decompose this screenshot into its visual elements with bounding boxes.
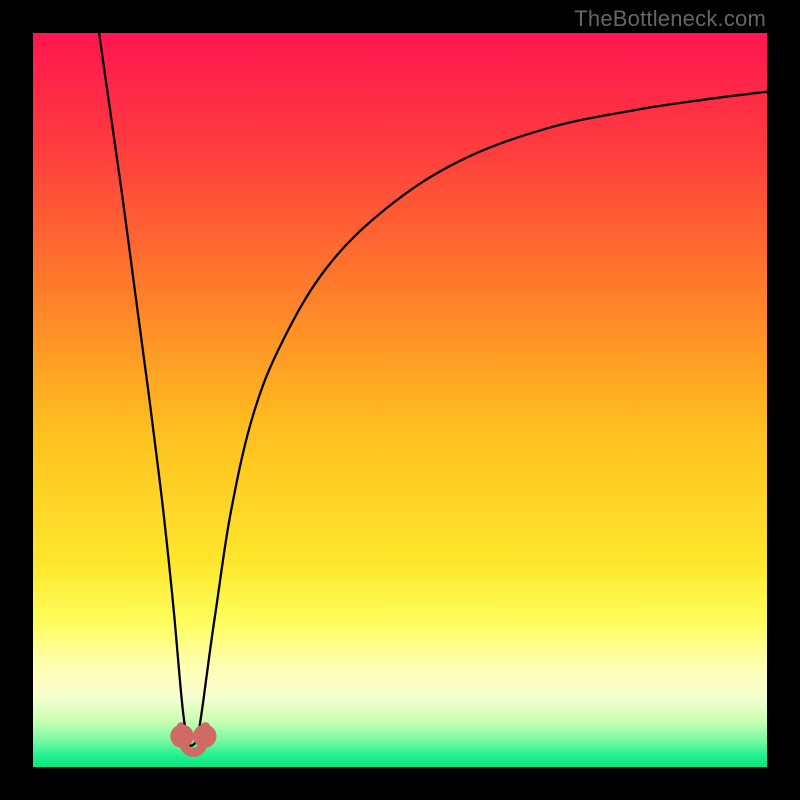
left-dot [170, 724, 193, 747]
gradient-background [33, 33, 767, 767]
chart-svg [33, 33, 767, 767]
watermark-text: TheBottleneck.com [574, 6, 766, 32]
right-dot [193, 724, 216, 747]
plot-area [33, 33, 767, 767]
outer-frame: TheBottleneck.com [0, 0, 800, 800]
